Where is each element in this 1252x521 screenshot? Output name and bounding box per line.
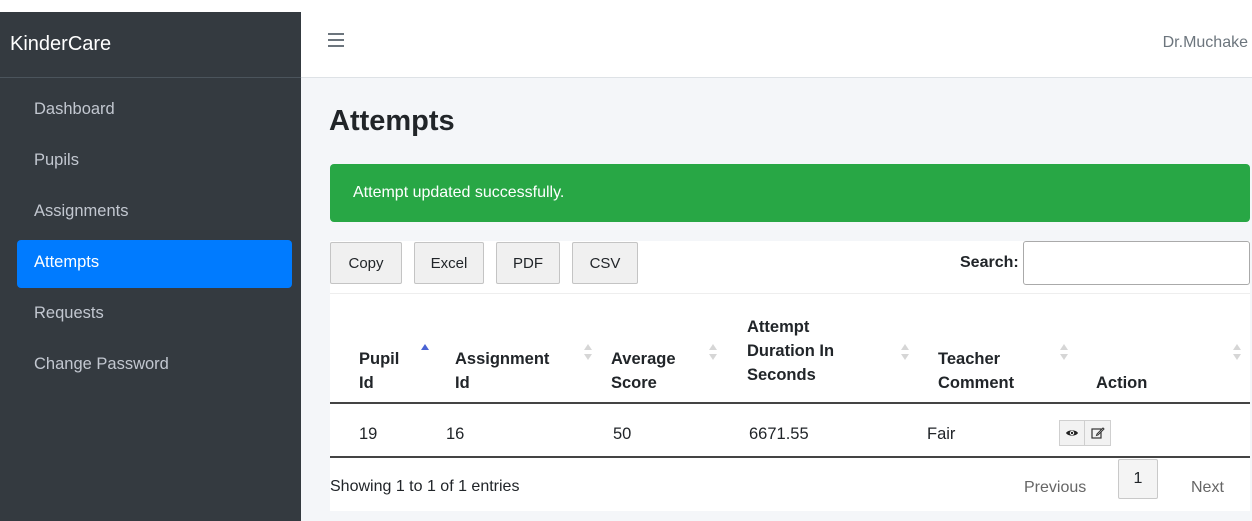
- sort-both-icon[interactable]: [1060, 344, 1068, 362]
- sort-both-icon[interactable]: [901, 344, 909, 362]
- brand-logo-text[interactable]: KinderCare: [0, 12, 301, 78]
- eye-icon[interactable]: [1059, 420, 1085, 446]
- main-content: Attempts Attempt updated successfully. C…: [301, 78, 1252, 521]
- cell-teacher-comment: Fair: [927, 425, 956, 443]
- success-alert: Attempt updated successfully.: [330, 164, 1250, 222]
- cell-duration: 6671.55: [749, 425, 809, 443]
- sidebar-item-attempts[interactable]: Attempts: [17, 240, 292, 288]
- top-header: Dr.Muchake: [301, 12, 1252, 78]
- pagination-previous[interactable]: Previous: [1024, 479, 1086, 497]
- row-actions: [1059, 420, 1112, 446]
- sidebar-item-pupils[interactable]: Pupils: [17, 138, 292, 186]
- excel-button[interactable]: Excel: [414, 242, 484, 284]
- table-header-divider: [330, 402, 1250, 404]
- column-header-pupil-id[interactable]: Pupil Id: [359, 347, 399, 395]
- sort-ascending-icon[interactable]: [421, 344, 429, 362]
- csv-button[interactable]: CSV: [572, 242, 638, 284]
- column-header-attempt-duration[interactable]: Attempt Duration In Seconds: [747, 315, 834, 387]
- sidebar-item-change-password[interactable]: Change Password: [17, 342, 292, 390]
- sort-both-icon[interactable]: [709, 344, 717, 362]
- sidebar: KinderCare Dashboard Pupils Assignments …: [0, 12, 301, 521]
- edit-icon[interactable]: [1085, 420, 1111, 446]
- attempts-table-card: Copy Excel PDF CSV Search: Pupil Id Assi…: [330, 241, 1250, 511]
- table-toolbar: Copy Excel PDF CSV Search:: [330, 241, 1250, 295]
- cell-pupil-id: 19: [359, 425, 378, 443]
- page-title: Attempts: [329, 105, 455, 137]
- search-label: Search:: [960, 254, 1019, 271]
- sidebar-nav: Dashboard Pupils Assignments Attempts Re…: [0, 78, 301, 390]
- user-name-link[interactable]: Dr.Muchake: [1163, 34, 1248, 52]
- cell-assignment-id: 16: [446, 425, 465, 443]
- cell-average-score: 50: [613, 425, 632, 443]
- toolbar-divider: [330, 293, 1250, 294]
- column-header-average-score[interactable]: Average Score: [611, 347, 676, 395]
- pdf-button[interactable]: PDF: [496, 242, 560, 284]
- sidebar-item-dashboard[interactable]: Dashboard: [17, 87, 292, 135]
- table-info: Showing 1 to 1 of 1 entries: [330, 478, 520, 495]
- copy-button[interactable]: Copy: [330, 242, 402, 284]
- column-header-teacher-comment[interactable]: Teacher Comment: [938, 347, 1014, 395]
- sort-both-icon[interactable]: [584, 344, 592, 362]
- hamburger-menu-icon[interactable]: [328, 33, 344, 47]
- pagination-page-1[interactable]: 1: [1118, 459, 1158, 499]
- sidebar-item-assignments[interactable]: Assignments: [17, 189, 292, 237]
- sidebar-item-requests[interactable]: Requests: [17, 291, 292, 339]
- table-bottom-divider: [330, 456, 1250, 458]
- column-header-assignment-id[interactable]: Assignment Id: [455, 347, 549, 395]
- sort-both-icon[interactable]: [1233, 344, 1241, 362]
- pagination-next[interactable]: Next: [1191, 479, 1224, 497]
- column-header-action[interactable]: Action: [1096, 371, 1147, 395]
- search-input[interactable]: [1023, 241, 1250, 285]
